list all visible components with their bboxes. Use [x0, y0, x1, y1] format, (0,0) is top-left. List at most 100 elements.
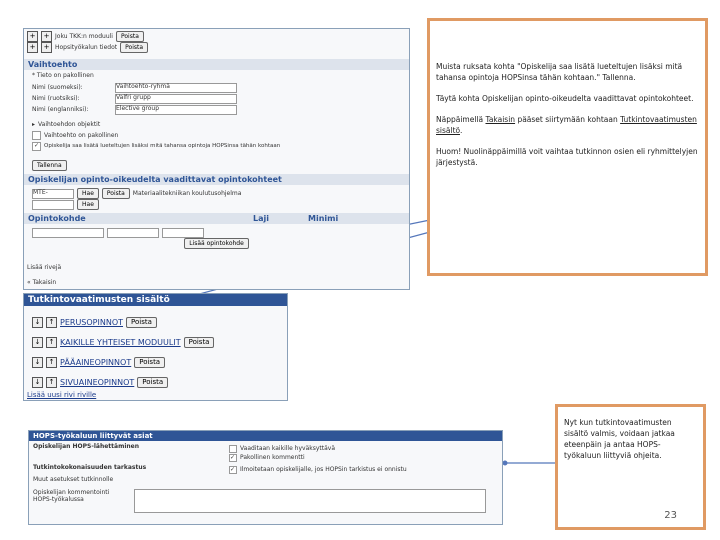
name-en-input[interactable]: Elective group — [115, 104, 237, 115]
remove-button[interactable]: Poista — [115, 31, 144, 42]
option-label: Vaaditaan kaikille hyväksyttävä — [240, 444, 336, 452]
note-paragraph: Täytä kohta Opiskelijan opinto-oikeudelt… — [436, 94, 694, 103]
option-checkbox[interactable]: ✓ — [229, 453, 237, 462]
note-paragraph: Muista ruksata kohta "Opiskelija saa lis… — [436, 62, 683, 82]
option-checkbox[interactable] — [229, 444, 237, 453]
opintokohde-input[interactable] — [32, 227, 104, 238]
arrow-down-icon[interactable]: ↓ — [32, 336, 43, 348]
list-item: ↓ ↑ KAIKILLE YHTEISET MODUULIT Poista — [32, 332, 279, 352]
text-part: . — [459, 126, 463, 135]
item-link[interactable]: PÄÄAINEOPINNOT — [60, 358, 131, 367]
tutkintovaatimukset-panel: Tutkintovaatimusten sisältö ↓ ↑ PERUSOPIN… — [23, 293, 288, 401]
add-rows-link[interactable]: Lisää rivejä — [27, 265, 61, 271]
tutkintovaatimukset-header: Tutkintovaatimusten sisältö — [24, 294, 287, 306]
pakollinen-checkbox[interactable] — [32, 131, 41, 140]
save-button[interactable]: Tallenna — [32, 160, 67, 171]
comment-label: Opiskelijan kommentointi HOPS-työkalussa — [33, 489, 110, 503]
checkbox-row: ✓ Opiskelija saa lisätä lueteltujen lisäk… — [32, 141, 401, 152]
field-label: Nimi (ruotsiksi): — [32, 94, 80, 102]
laji-input[interactable] — [107, 227, 159, 238]
vaihtoehto-panel: + + Joku TKK:n moduuli Poista + + Hopsit… — [23, 28, 410, 290]
note-paragraph-takaisin: Näppäimellä Takaisin pääset siirtymään k… — [436, 114, 699, 136]
hops-row-label: Opiskelijan HOPS-lähettäminen — [33, 443, 139, 450]
remove-button[interactable]: Poista — [137, 376, 169, 388]
row-label: Joku TKK:n moduuli — [55, 32, 113, 40]
row-label: Hopsityökalun tiedot — [55, 43, 118, 51]
item-link[interactable]: KAIKILLE YHTEISET MODUULIT — [60, 338, 181, 347]
arrow-down-icon[interactable]: ↓ — [32, 376, 43, 388]
back-link[interactable]: « Takaisin — [27, 280, 56, 286]
move-icon[interactable]: + — [41, 31, 52, 42]
code-input-empty[interactable] — [32, 199, 74, 210]
remove-button[interactable]: Poista — [120, 42, 149, 53]
code-row: MTE- Hae Poista Materiaalitekniikan koul… — [32, 188, 401, 199]
arrow-up-icon[interactable]: ↑ — [46, 376, 57, 388]
add-opintokohde-button[interactable]: Lisää opintokohde — [184, 238, 249, 249]
objects-row[interactable]: ▸ Vaihtoehdon objektit — [32, 119, 401, 130]
col-opintokohde: Opintokohde — [28, 214, 86, 223]
remove-button[interactable]: Poista — [134, 356, 166, 368]
note-box-2: Nyt kun tutkintovaatimusten sisältö valm… — [555, 404, 706, 530]
top-row-1: + + Joku TKK:n moduuli Poista — [27, 31, 406, 42]
lisaa-row: Lisää opintokohde — [32, 238, 401, 249]
hops-row: Opiskelijan HOPS-lähettäminen Vaaditaan … — [33, 444, 498, 462]
arrow-down-icon[interactable]: ↓ — [32, 356, 43, 368]
remove-button[interactable]: Poista — [126, 316, 157, 328]
minimi-input[interactable] — [162, 227, 204, 238]
move-icon[interactable]: + — [27, 42, 38, 53]
field-row: Nimi (suomeksi): Vaihtoehto-ryhmä — [32, 82, 401, 93]
checkbox-label: Opiskelija saa lisätä lueteltujen lisäks… — [44, 142, 281, 149]
tieto-title: * Tieto on pakollinen — [32, 72, 94, 79]
checkbox-label: Vaihtoehto on pakollinen — [44, 131, 119, 139]
page-number: 23 — [664, 510, 677, 521]
code-row-2: Hae — [32, 199, 401, 210]
comment-row: Opiskelijan kommentointi HOPS-työkalussa — [33, 489, 498, 513]
remove-button[interactable]: Poista — [101, 188, 130, 199]
text-part: Näppäimellä — [436, 115, 486, 124]
koulutusohjelma-text: Materiaalitekniikan koulutusohjelma — [132, 189, 242, 197]
search-button[interactable]: Hae — [77, 199, 99, 210]
takaisin-ref: Takaisin — [485, 115, 516, 124]
field-row: Nimi (englanniksi): Elective group — [32, 104, 401, 115]
code-input[interactable]: MTE- — [32, 188, 74, 199]
col-laji: Laji — [253, 214, 269, 223]
lisaa-checkbox[interactable]: ✓ — [32, 142, 41, 151]
add-row-link[interactable]: Lisää uusi rivi riville — [27, 391, 96, 399]
top-row-2: + + Hopsityökalun tiedot Poista — [27, 42, 406, 53]
remove-button[interactable]: Poista — [183, 336, 215, 348]
checkbox-row: Vaihtoehto on pakollinen — [32, 130, 401, 141]
opintokohde-header: Opintokohde Laji Minimi — [24, 213, 409, 224]
field-row: Nimi (ruotsiksi): Valfri grupp — [32, 93, 401, 104]
arrow-down-icon[interactable]: ↓ — [32, 316, 43, 328]
option-label: Pakollinen kommentti — [240, 453, 305, 461]
arrow-up-icon[interactable]: ↑ — [46, 356, 57, 368]
field-label: Nimi (englanniksi): — [32, 105, 89, 113]
arrow-up-icon[interactable]: ↑ — [46, 336, 57, 348]
arrow-dot-hops — [502, 460, 508, 466]
col-minimi: Minimi — [308, 214, 339, 223]
search-button[interactable]: Hae — [77, 188, 99, 199]
text-part: pääset siirtymään kohtaan — [515, 115, 621, 124]
expand-icon[interactable]: ▸ — [32, 121, 35, 128]
note-paragraph: Huom! Nuolinäppäimillä voit vaihtaa tutk… — [436, 147, 698, 167]
name-sv-input[interactable]: Valfri grupp — [115, 93, 237, 104]
opintokohde-row — [32, 227, 401, 238]
item-link[interactable]: SIVUAINEOPINNOT — [60, 378, 134, 387]
vaihtoehdon-objektit-link[interactable]: Vaihtoehdon objektit — [38, 121, 100, 128]
item-link[interactable]: PERUSOPINNOT — [60, 318, 123, 327]
list-item: ↓ ↑ PERUSOPINNOT Poista — [32, 312, 279, 332]
name-fi-input[interactable]: Vaihtoehto-ryhmä — [115, 82, 237, 93]
list-item: ↓ ↑ PÄÄAINEOPINNOT Poista — [32, 352, 279, 372]
hops-header: HOPS-työkaluun liittyvät asiat — [29, 431, 502, 441]
comment-input[interactable] — [134, 489, 486, 513]
muu-label: Muut asetukset tutkinnolle — [33, 476, 114, 483]
hops-row-label: Tutkintokokonaisuuden tarkastus — [33, 464, 147, 471]
option-label: Ilmoitetaan opiskelijalle, jos HOPSin ta… — [240, 465, 407, 473]
move-icon[interactable]: + — [27, 31, 38, 42]
arrow-up-icon[interactable]: ↑ — [46, 316, 57, 328]
note-box-1: Muista ruksata kohta "Opiskelija saa lis… — [427, 18, 708, 276]
hops-row: Tutkintokokonaisuuden tarkastus ✓ Ilmoite… — [33, 465, 498, 474]
hops-panel: HOPS-työkaluun liittyvät asiat Opiskelij… — [28, 430, 503, 525]
move-icon[interactable]: + — [41, 42, 52, 53]
option-checkbox[interactable]: ✓ — [229, 465, 237, 474]
